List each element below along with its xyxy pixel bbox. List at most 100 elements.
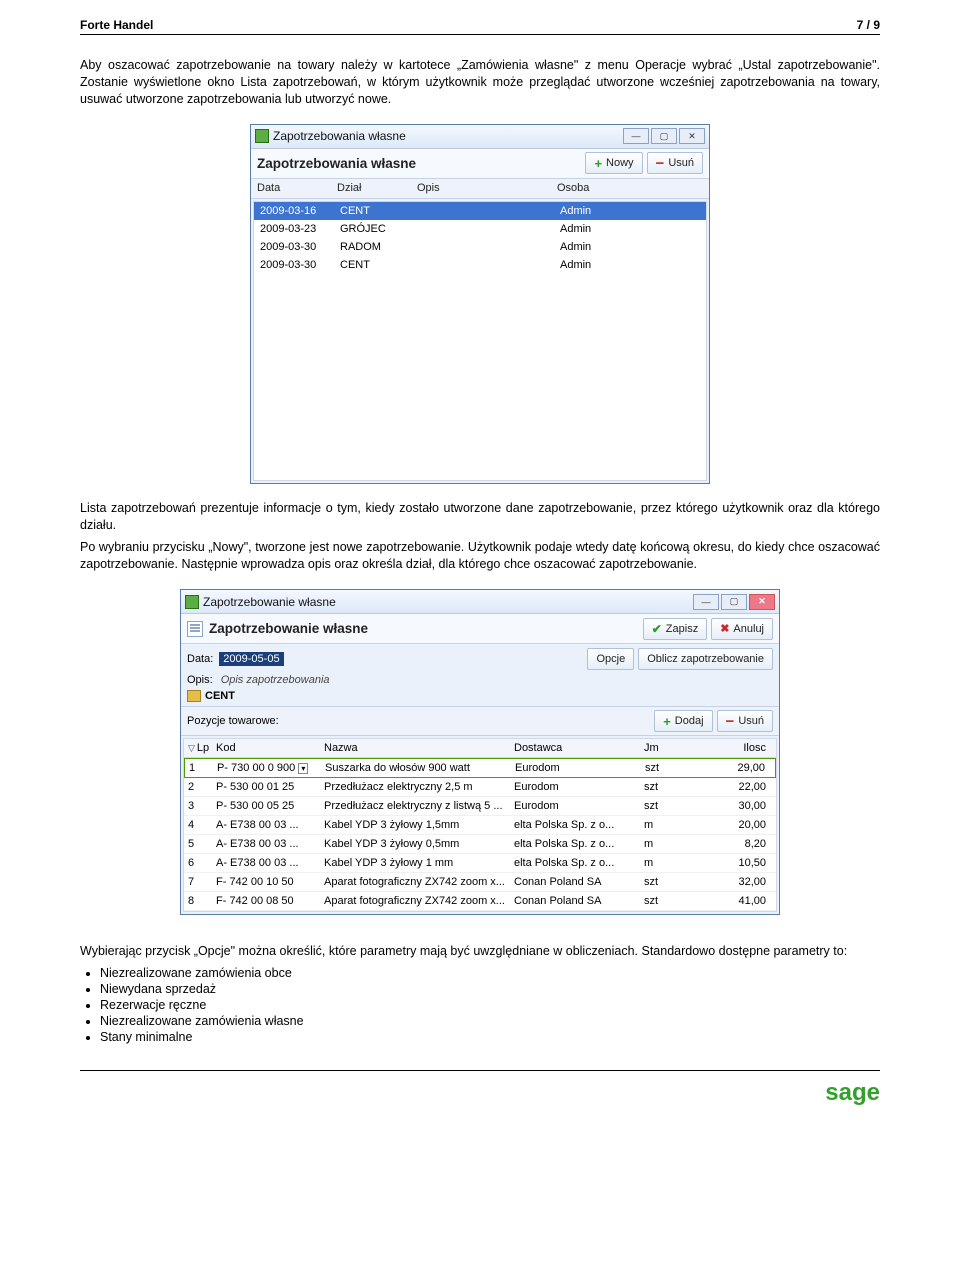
col-jm[interactable]: Jm xyxy=(640,739,690,757)
bullet-list: Niezrealizowane zamówienia obceNiewydana… xyxy=(100,966,880,1044)
label-opis: Opis: xyxy=(187,674,213,686)
grid-row[interactable]: 2P- 530 00 01 25Przedłużacz elektryczny … xyxy=(184,778,776,797)
cell-lp: 8 xyxy=(184,892,212,910)
grid-row[interactable]: 8F- 742 00 08 50Aparat fotograficzny ZX7… xyxy=(184,892,776,911)
new-button[interactable]: + Nowy xyxy=(585,152,642,174)
cell-kod: P- 730 00 0 900 ▾ xyxy=(213,759,321,777)
list-row[interactable]: 2009-03-30CENTAdmin xyxy=(254,256,706,274)
window-title: Zapotrzebowania własne xyxy=(273,129,406,143)
opcje-button[interactable]: Opcje xyxy=(587,648,634,670)
cell-jm: szt xyxy=(640,778,690,796)
cell-lp: 3 xyxy=(184,797,212,815)
maximize-button[interactable]: ▢ xyxy=(651,128,677,144)
titlebar: Zapotrzebowanie własne — ▢ ✕ xyxy=(181,590,779,614)
window-lista-zapotrzebowan: Zapotrzebowania własne — ▢ ✕ Zapotrzebow… xyxy=(250,124,710,484)
toolbar: Zapotrzebowania własne + Nowy − Usuń xyxy=(251,149,709,179)
grid-row[interactable]: 6A- E738 00 03 ...Kabel YDP 3 żyłowy 1 m… xyxy=(184,854,776,873)
col-kod[interactable]: Kod xyxy=(212,739,320,757)
cell-osoba: Admin xyxy=(554,238,706,256)
grid-row[interactable]: 4A- E738 00 03 ...Kabel YDP 3 żyłowy 1,5… xyxy=(184,816,776,835)
cell-kod: A- E738 00 03 ... xyxy=(212,816,320,834)
grid-row[interactable]: 5A- E738 00 03 ...Kabel YDP 3 żyłowy 0,5… xyxy=(184,835,776,854)
minus-icon: − xyxy=(656,158,665,169)
bullet-item: Rezerwacje ręczne xyxy=(100,998,880,1012)
toolbar-title: Zapotrzebowanie własne xyxy=(209,621,368,636)
grid-row[interactable]: 7F- 742 00 10 50Aparat fotograficzny ZX7… xyxy=(184,873,776,892)
paragraph-3: Po wybraniu przycisku „Nowy", tworzone j… xyxy=(80,539,880,573)
cell-dzial: RADOM xyxy=(334,238,414,256)
page-header: Forte Handel 7 / 9 xyxy=(80,18,880,35)
grid-body: ▽Lp Kod Nazwa Dostawca Jm Ilosc 1P- 730 … xyxy=(183,738,777,912)
list-row[interactable]: 2009-03-30RADOMAdmin xyxy=(254,238,706,256)
delete-button[interactable]: − Usuń xyxy=(717,710,773,732)
grid-row[interactable]: 3P- 530 00 05 25Przedłużacz elektryczny … xyxy=(184,797,776,816)
maximize-button[interactable]: ▢ xyxy=(721,594,747,610)
col-opis[interactable]: Opis xyxy=(411,179,551,198)
cell-jm: m xyxy=(640,854,690,872)
opis-value[interactable]: Opis zapotrzebowania xyxy=(221,674,330,686)
cell-osoba: Admin xyxy=(554,220,706,238)
list-row[interactable]: 2009-03-23GRÓJEC Admin xyxy=(254,220,706,238)
cell-nazwa: Suszarka do włosów 900 watt xyxy=(321,759,511,777)
save-button[interactable]: ✔ Zapisz xyxy=(643,618,707,640)
close-button[interactable]: ✕ xyxy=(679,128,705,144)
cell-dzial: GRÓJEC xyxy=(334,220,414,238)
paragraph-4: Wybierając przycisk „Opcje" można określ… xyxy=(80,943,880,960)
cell-dostawca: elta Polska Sp. z o... xyxy=(510,835,640,853)
cell-dostawca: Eurodom xyxy=(511,759,641,777)
cancel-button[interactable]: ✖ Anuluj xyxy=(711,618,773,640)
cell-dostawca: Conan Poland SA xyxy=(510,873,640,891)
cell-data: 2009-03-16 xyxy=(254,202,334,220)
toolbar-title: Zapotrzebowania własne xyxy=(257,156,416,171)
dept-value[interactable]: CENT xyxy=(205,690,235,702)
add-button[interactable]: + Dodaj xyxy=(654,710,712,732)
bullet-item: Niezrealizowane zamówienia własne xyxy=(100,1014,880,1028)
date-field[interactable]: 2009-05-05 xyxy=(219,652,283,666)
document-icon xyxy=(187,621,203,637)
col-osoba[interactable]: Osoba xyxy=(551,179,709,198)
grid-row[interactable]: 1P- 730 00 0 900 ▾Suszarka do włosów 900… xyxy=(184,758,776,778)
col-dzial[interactable]: Dział xyxy=(331,179,411,198)
cell-jm: szt xyxy=(640,797,690,815)
dropdown-icon[interactable]: ▾ xyxy=(298,763,308,774)
list-columns: Data Dział Opis Osoba xyxy=(251,179,709,199)
cell-lp: 2 xyxy=(184,778,212,796)
paragraph-1: Aby oszacować zapotrzebowanie na towary … xyxy=(80,57,880,108)
col-dostawca[interactable]: Dostawca xyxy=(510,739,640,757)
cell-opis xyxy=(414,220,554,238)
section-title: Pozycje towarowe: xyxy=(187,715,279,727)
close-button[interactable]: ✕ xyxy=(749,594,775,610)
cell-data: 2009-03-30 xyxy=(254,256,334,274)
col-ilosc[interactable]: Ilosc xyxy=(690,739,776,757)
toolbar: Zapotrzebowanie własne ✔ Zapisz ✖ Anuluj xyxy=(181,614,779,644)
cell-opis xyxy=(414,238,554,256)
cell-data: 2009-03-23 xyxy=(254,220,334,238)
col-data[interactable]: Data xyxy=(251,179,331,198)
cell-ilosc: 30,00 xyxy=(690,797,776,815)
minimize-button[interactable]: — xyxy=(693,594,719,610)
col-lp[interactable]: ▽Lp xyxy=(184,739,212,757)
cell-lp: 4 xyxy=(184,816,212,834)
cell-ilosc: 10,50 xyxy=(690,854,776,872)
delete-button[interactable]: − Usuń xyxy=(647,152,703,174)
cell-jm: szt xyxy=(640,892,690,910)
cell-osoba: Admin xyxy=(554,256,706,274)
window-title: Zapotrzebowanie własne xyxy=(203,595,336,609)
oblicz-button[interactable]: Oblicz zapotrzebowanie xyxy=(638,648,773,670)
cell-kod: P- 530 00 05 25 xyxy=(212,797,320,815)
cell-jm: szt xyxy=(641,759,691,777)
doc-title: Forte Handel xyxy=(80,18,153,32)
cell-ilosc: 32,00 xyxy=(690,873,776,891)
cell-nazwa: Kabel YDP 3 żyłowy 1,5mm xyxy=(320,816,510,834)
page-number: 7 / 9 xyxy=(857,18,880,32)
cell-nazwa: Przedłużacz elektryczny 2,5 m xyxy=(320,778,510,796)
list-body[interactable]: 2009-03-16CENTAdmin2009-03-23GRÓJEC Admin… xyxy=(253,201,707,481)
col-nazwa[interactable]: Nazwa xyxy=(320,739,510,757)
list-row[interactable]: 2009-03-16CENTAdmin xyxy=(254,202,706,220)
label-data: Data: xyxy=(187,653,213,665)
bullet-item: Stany minimalne xyxy=(100,1030,880,1044)
cell-kod: P- 530 00 01 25 xyxy=(212,778,320,796)
cell-nazwa: Przedłużacz elektryczny z listwą 5 ... xyxy=(320,797,510,815)
minimize-button[interactable]: — xyxy=(623,128,649,144)
cell-dostawca: Eurodom xyxy=(510,778,640,796)
